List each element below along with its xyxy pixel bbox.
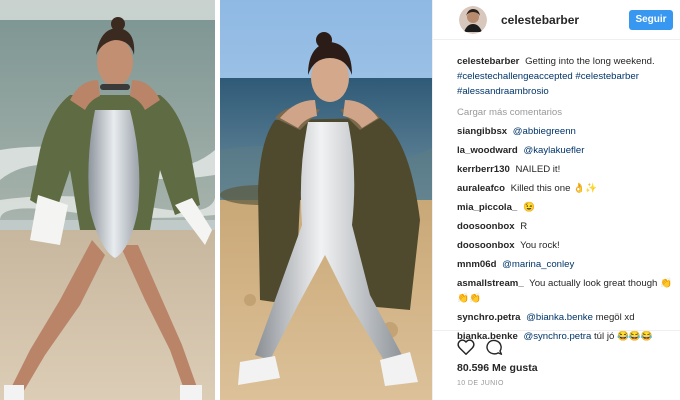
comment-username[interactable]: asmallstream_: [457, 278, 524, 289]
comment-item: synchro.petra @bianka.benke megöl xd: [457, 310, 679, 325]
comment-item: mia_piccola_ 😉: [457, 200, 679, 215]
comment-username[interactable]: auraleafco: [457, 183, 505, 194]
comment-item: doosoonbox You rock!: [457, 238, 679, 253]
likes-count[interactable]: 80.596 Me gusta: [457, 362, 538, 374]
comment-username[interactable]: mnm06d: [457, 259, 496, 270]
post-caption: celestebarber Getting into the long week…: [457, 54, 679, 99]
comment-username[interactable]: synchro.petra: [457, 312, 520, 323]
comment-username[interactable]: kerrberr130: [457, 164, 510, 175]
comment-mention[interactable]: @marina_conley: [502, 259, 574, 270]
comment-username[interactable]: doosoonbox: [457, 240, 515, 251]
comment-icon[interactable]: [485, 339, 503, 356]
comment-username[interactable]: mia_piccola_: [457, 202, 517, 213]
post-date[interactable]: 10 DE JUNIO: [457, 380, 504, 387]
comment-item: la_woodward @kaylakuefler: [457, 143, 679, 158]
avatar[interactable]: [459, 5, 487, 34]
caption-text: Getting into the long weekend.: [525, 56, 655, 67]
comments-list: celestebarber Getting into the long week…: [457, 54, 679, 348]
load-more-comments-link[interactable]: Cargar más comentarios: [457, 105, 679, 120]
comment-text: R: [520, 221, 528, 232]
comment-username[interactable]: doosoonbox: [457, 221, 515, 232]
comment-text: megöl xd: [595, 312, 635, 323]
post-header: celestebarber Seguir: [433, 0, 680, 40]
comment-username[interactable]: siangibbsx: [457, 126, 507, 137]
caption-username[interactable]: celestebarber: [457, 56, 519, 67]
comment-text: You rock!: [520, 240, 560, 251]
comment-item: mnm06d @marina_conley: [457, 257, 679, 272]
post-actions: [433, 330, 680, 356]
original-photo: [0, 0, 215, 400]
comment-text: 😉: [522, 202, 535, 213]
username-header[interactable]: celestebarber: [501, 13, 579, 27]
hashtag-link[interactable]: #celestebarber: [575, 71, 638, 82]
hashtag-link[interactable]: #celestechallengeaccepted: [457, 71, 573, 82]
comment-item: doosoonbox R: [457, 219, 679, 234]
parody-photo: [220, 0, 432, 400]
comment-username[interactable]: la_woodward: [457, 145, 518, 156]
comment-text: Killed this one 👌✨: [510, 183, 597, 194]
comment-mention[interactable]: @bianka.benke: [526, 312, 593, 323]
follow-button[interactable]: Seguir: [629, 10, 673, 30]
hashtag-link[interactable]: #alessandraambrosio: [457, 86, 549, 97]
heart-icon[interactable]: [457, 339, 475, 355]
comment-mention[interactable]: @kaylakuefler: [523, 145, 584, 156]
comment-item: kerrberr130 NAILED it!: [457, 162, 679, 177]
comment-mention[interactable]: @abbiegreenn: [513, 126, 576, 137]
comment-item: siangibbsx @abbiegreenn: [457, 124, 679, 139]
post-media: [0, 0, 432, 400]
comment-item: asmallstream_ You actually look great th…: [457, 276, 679, 306]
comment-text: NAILED it!: [515, 164, 561, 175]
post-side-panel: celestebarber Seguir celestebarber Getti…: [432, 0, 680, 400]
comment-item: auraleafco Killed this one 👌✨: [457, 181, 679, 196]
